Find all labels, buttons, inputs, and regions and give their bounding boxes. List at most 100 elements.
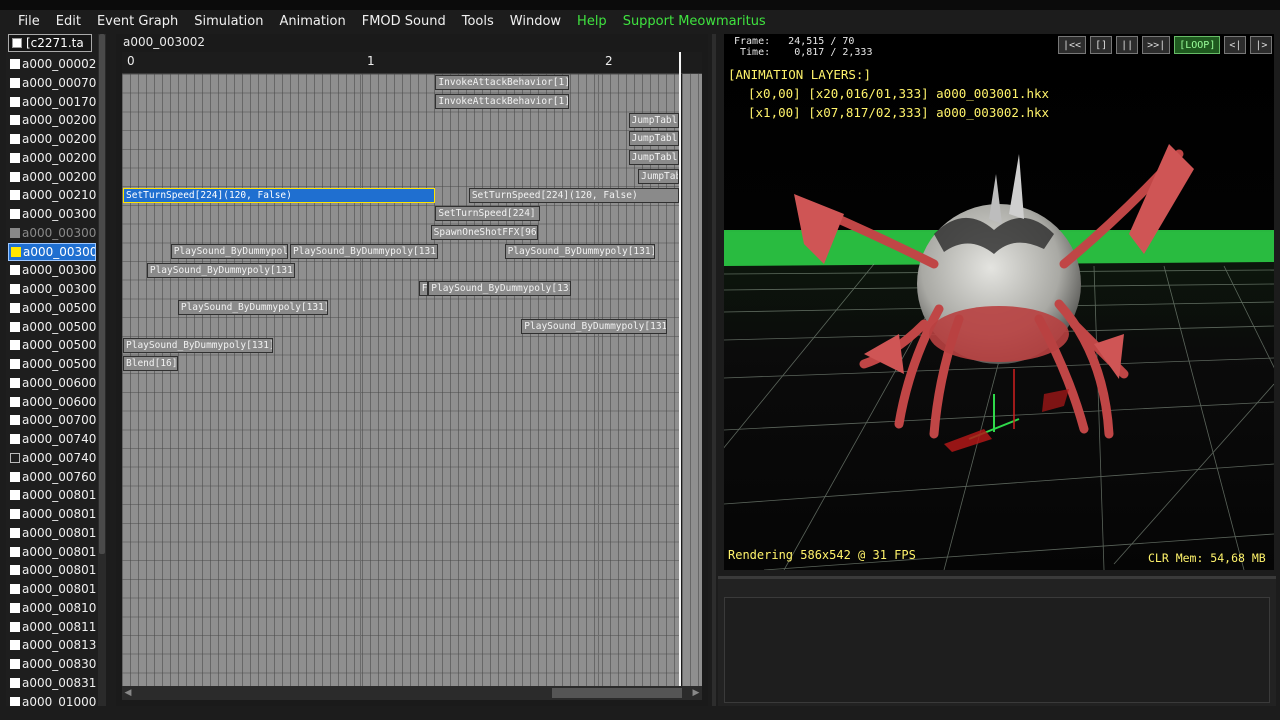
animation-list-item[interactable]: a000_00600 — [10, 393, 96, 411]
animation-list-item[interactable]: a000_00300 — [10, 261, 96, 279]
timeline-event[interactable]: JumpTable[0] — [628, 131, 679, 147]
timeline-event[interactable]: PlaySound_ByDummypoly[131] — [504, 243, 655, 259]
animation-list-item[interactable]: a000_00600 — [10, 374, 96, 392]
menu-window[interactable]: Window — [502, 14, 569, 29]
animation-list-item[interactable]: a000_00801 — [10, 505, 96, 523]
menu-animation[interactable]: Animation — [271, 14, 353, 29]
menu-tools[interactable]: Tools — [454, 14, 502, 29]
time-ruler[interactable]: 0 1 2 — [122, 52, 702, 74]
animation-list-item[interactable]: a000_00500 — [10, 299, 96, 317]
animation-list-item[interactable]: a000_00801 — [10, 561, 96, 579]
jump-to-start-button[interactable]: |<< — [1058, 36, 1087, 54]
timeline-event[interactable]: JumpTable[0 — [638, 168, 679, 184]
menu-simulation[interactable]: Simulation — [186, 14, 271, 29]
animation-checkbox[interactable] — [10, 659, 20, 669]
animation-checkbox[interactable] — [10, 209, 20, 219]
animation-list-item[interactable]: a000_00801 — [10, 580, 96, 598]
animation-list-item[interactable]: a000_00810 — [10, 599, 96, 617]
animation-checkbox[interactable] — [10, 602, 20, 613]
animation-checkbox[interactable] — [10, 565, 20, 576]
animation-checkbox[interactable] — [10, 396, 20, 407]
animation-checkbox[interactable] — [10, 115, 20, 126]
menu-fmod-sound[interactable]: FMOD Sound — [354, 14, 454, 29]
animation-list-item[interactable]: a000_00200 — [10, 168, 96, 186]
jump-to-end-button[interactable]: >>| — [1142, 36, 1171, 54]
animation-list-item[interactable]: a000_00740 — [10, 430, 96, 448]
animation-checkbox[interactable] — [10, 265, 20, 276]
timeline-event[interactable]: F — [418, 281, 429, 297]
tab-checkbox[interactable] — [12, 38, 22, 48]
animation-list-item[interactable]: a000_00830 — [10, 655, 96, 673]
animation-checkbox[interactable] — [10, 152, 20, 163]
animation-list-item[interactable]: a000_00210 — [10, 186, 96, 204]
menu-event-graph[interactable]: Event Graph — [89, 14, 186, 29]
anim-container-tab[interactable]: [c2271.ta — [8, 34, 92, 52]
animation-checkbox[interactable] — [11, 246, 21, 257]
pause-button[interactable]: || — [1116, 36, 1139, 54]
inspector-content[interactable] — [724, 597, 1270, 703]
prev-frame-button[interactable]: <| — [1224, 36, 1247, 54]
timeline-event[interactable]: PlaySound_ByDummypoly[131] — [428, 281, 572, 297]
animation-checkbox[interactable] — [10, 509, 20, 519]
timeline-event[interactable]: PlaySound_ByDummypoly[131] — [170, 243, 288, 259]
animation-list-item[interactable]: a000_00801 — [10, 543, 96, 561]
scrollbar-thumb[interactable] — [99, 34, 105, 554]
animation-checkbox[interactable] — [10, 377, 20, 388]
timeline-grid[interactable] — [122, 74, 680, 686]
animation-checkbox[interactable] — [10, 134, 20, 144]
animation-checkbox[interactable] — [10, 340, 20, 351]
animation-checkbox[interactable] — [10, 490, 20, 501]
animation-checkbox[interactable] — [10, 452, 20, 463]
timeline-event[interactable]: PlaySound_ByDummypoly[131] — [289, 243, 438, 259]
animation-list-item[interactable]: a000_00811 — [10, 618, 96, 636]
animation-checkbox[interactable] — [10, 302, 20, 313]
animation-list-item[interactable]: a000_00300 — [10, 205, 96, 223]
animation-list-item[interactable]: a000_00200 — [10, 149, 96, 167]
stop-button[interactable]: [] — [1090, 36, 1113, 54]
animation-checkbox[interactable] — [10, 77, 20, 88]
timeline-event[interactable]: SetTurnSpeed[224](120, False) — [123, 187, 436, 203]
animation-checkbox[interactable] — [10, 546, 20, 557]
animation-list-item[interactable]: a000_00200 — [10, 111, 96, 129]
animation-checkbox[interactable] — [10, 471, 20, 482]
animation-list-item[interactable]: a000_00002 — [10, 55, 96, 73]
animation-checkbox[interactable] — [10, 59, 20, 69]
animation-list-item[interactable]: a000_00300 — [10, 224, 96, 242]
animation-checkbox[interactable] — [10, 190, 20, 201]
timeline-event[interactable]: PlaySound_ByDummypoly[131] — [521, 318, 667, 334]
animation-checkbox[interactable] — [10, 584, 20, 594]
animation-checkbox[interactable] — [10, 621, 20, 632]
animation-list-scrollbar[interactable] — [98, 34, 106, 706]
menu-support-meowmaritus[interactable]: Support Meowmaritus — [615, 14, 774, 29]
animation-checkbox[interactable] — [10, 415, 20, 426]
animation-list-item[interactable]: a000_00200 — [10, 130, 96, 148]
hscroll-thumb[interactable] — [552, 688, 682, 698]
animation-list-item[interactable]: a000_00170 — [10, 93, 96, 111]
timeline-event[interactable]: JumpTable[0] — [628, 112, 679, 128]
loop-toggle-button[interactable]: [LOOP] — [1174, 36, 1221, 54]
animation-checkbox[interactable] — [10, 527, 20, 538]
animation-list-item[interactable]: a000_00801 — [10, 486, 96, 504]
menu-help[interactable]: Help — [569, 14, 615, 29]
scroll-right-icon[interactable]: ▶ — [690, 686, 702, 700]
animation-list-item[interactable]: a000_00813 — [10, 636, 96, 654]
animation-checkbox[interactable] — [10, 321, 20, 332]
timeline-event[interactable]: SpawnOneShotFFX[96] — [430, 225, 538, 240]
animation-list-item[interactable]: a000_00500 — [10, 318, 96, 336]
animation-checkbox[interactable] — [10, 677, 20, 688]
timeline-event[interactable]: SetTurnSpeed[224](120, False) — [468, 187, 679, 203]
timeline-event[interactable]: JumpTable[0] — [628, 150, 679, 165]
animation-checkbox[interactable] — [10, 227, 20, 238]
animation-checkbox[interactable] — [10, 359, 20, 369]
animation-checkbox[interactable] — [10, 171, 20, 182]
menu-file[interactable]: File — [10, 14, 48, 29]
animation-list-item[interactable]: a000_00700 — [10, 411, 96, 429]
timeline-event[interactable]: PlaySound_ByDummypoly[131] — [177, 300, 329, 315]
timeline-event[interactable]: PlaySound_ByDummypoly[131] — [146, 262, 295, 278]
timeline-event[interactable]: SetTurnSpeed[224] — [435, 206, 541, 222]
timeline-hscrollbar[interactable]: ◀ ▶ — [122, 686, 702, 700]
animation-checkbox[interactable] — [10, 284, 20, 294]
animation-list-item[interactable]: a000_00070 — [10, 74, 96, 92]
animation-checkbox[interactable] — [10, 640, 20, 651]
animation-list-item[interactable]: a000_00300 — [8, 242, 96, 261]
